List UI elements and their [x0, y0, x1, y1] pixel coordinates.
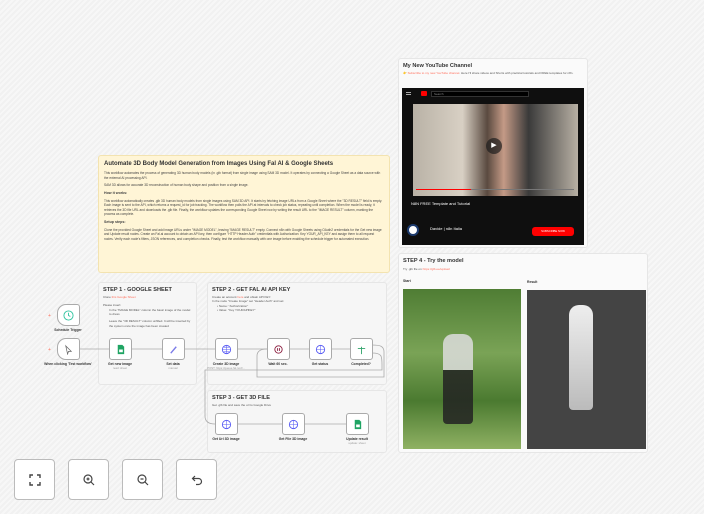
node-update-result[interactable]: [346, 413, 369, 435]
cursor-icon: [65, 344, 73, 355]
node-manual-trigger[interactable]: [57, 338, 80, 360]
node-wait[interactable]: [267, 338, 290, 360]
zoom-in-button[interactable]: [68, 459, 109, 500]
fit-view-button[interactable]: [14, 459, 55, 500]
node-sublabel: POST: https://queue.fal.run/f...: [207, 366, 245, 370]
zoom-in-icon: [82, 473, 94, 485]
google-sheets-icon: [354, 419, 362, 429]
node-label: Schedule Trigger: [54, 328, 82, 332]
svg-text:+: +: [48, 313, 51, 319]
node-set-data[interactable]: [162, 338, 185, 360]
google-sheets-icon: [117, 344, 125, 354]
node-sublabel: read: sheet: [113, 366, 127, 370]
fullscreen-icon: [28, 473, 41, 486]
node-label: Get File 3D image: [278, 437, 308, 441]
node-sublabel: manual: [168, 366, 178, 370]
signpost-icon: [357, 346, 366, 354]
pause-icon: [274, 344, 283, 354]
globe-icon: [221, 419, 232, 429]
node-get-new-image[interactable]: [109, 338, 132, 360]
globe-icon: [221, 344, 232, 354]
undo-icon: [191, 475, 202, 485]
reset-zoom-button[interactable]: [176, 459, 217, 500]
node-get-file-3d-image[interactable]: [282, 413, 305, 435]
node-label: Completed?: [351, 362, 371, 366]
globe-icon: [288, 419, 299, 429]
node-completed[interactable]: [350, 338, 373, 360]
node-get-status[interactable]: [309, 338, 332, 360]
node-label: When clicking 'Test workflow': [44, 362, 92, 366]
node-get-url-3d-image[interactable]: [215, 413, 238, 435]
node-label: Get Url 3D image: [212, 437, 240, 441]
node-schedule-trigger[interactable]: [57, 304, 80, 326]
clock-icon: [63, 309, 74, 321]
pencil-icon: [170, 345, 177, 354]
zoom-out-icon: [136, 473, 148, 485]
node-sublabel: update: sheet: [348, 441, 366, 445]
globe-icon: [315, 344, 326, 354]
svg-text:+: +: [48, 347, 51, 353]
node-create-3d-image[interactable]: [215, 338, 238, 360]
zoom-out-button[interactable]: [122, 459, 163, 500]
